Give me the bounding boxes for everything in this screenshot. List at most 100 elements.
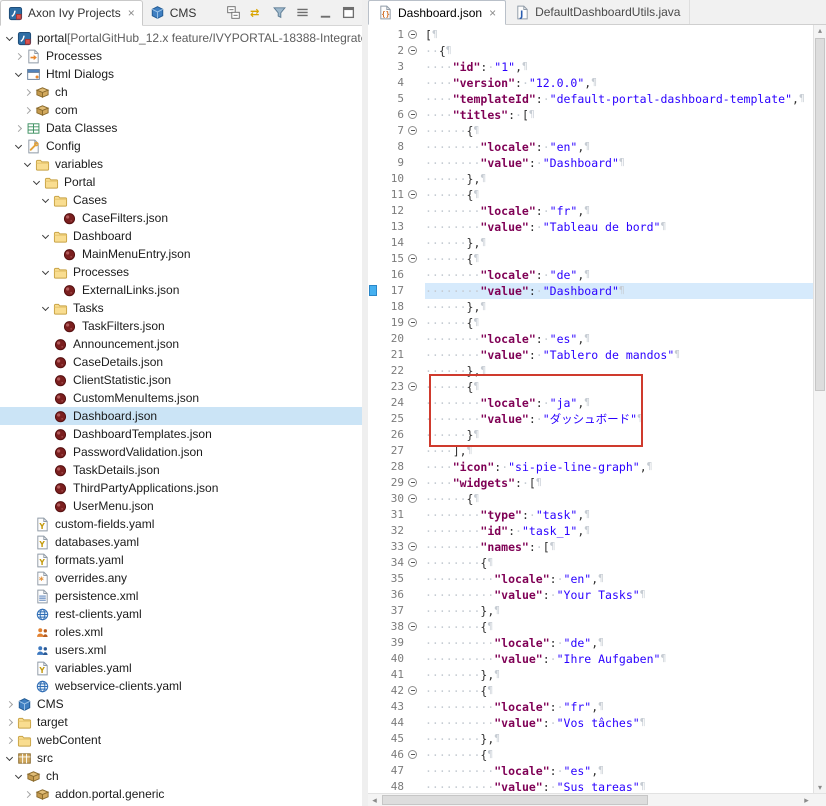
code-line-14[interactable]: ······},¶ bbox=[425, 235, 813, 251]
code-line-45[interactable]: ········},¶ bbox=[425, 731, 813, 747]
code-line-19[interactable]: ······{¶ bbox=[425, 315, 813, 331]
occurrence-marker[interactable] bbox=[369, 285, 377, 296]
collapsed-twisty-icon[interactable] bbox=[3, 702, 16, 707]
tree-item-roles-xml[interactable]: roles.xml bbox=[0, 623, 362, 641]
tree-item-webservice-clients-yaml[interactable]: webservice-clients.yaml bbox=[0, 677, 362, 695]
collapsed-twisty-icon[interactable] bbox=[3, 720, 16, 725]
tree-item-processes[interactable]: Processes bbox=[0, 47, 362, 65]
code-line-47[interactable]: ··········"locale":·"es",¶ bbox=[425, 763, 813, 779]
code-line-7[interactable]: ······{¶ bbox=[425, 123, 813, 139]
code-line-12[interactable]: ········"locale":·"fr",¶ bbox=[425, 203, 813, 219]
code-line-6[interactable]: ····"titles":·[¶ bbox=[425, 107, 813, 123]
code-line-26[interactable]: ······}¶ bbox=[425, 427, 813, 443]
tree-item-taskdetails-json[interactable]: TaskDetails.json bbox=[0, 461, 362, 479]
code-line-31[interactable]: ········"type":·"task",¶ bbox=[425, 507, 813, 523]
collapsed-twisty-icon[interactable] bbox=[12, 126, 25, 131]
fold-minus-icon[interactable] bbox=[408, 478, 417, 487]
tree-item-variables[interactable]: variables bbox=[0, 155, 362, 173]
tree-item-com[interactable]: com bbox=[0, 101, 362, 119]
tree-item-ch[interactable]: ch bbox=[0, 767, 362, 785]
code-line-42[interactable]: ········{¶ bbox=[425, 683, 813, 699]
vertical-scrollbar[interactable]: ▴ ▾ bbox=[813, 25, 826, 793]
code-line-28[interactable]: ····"icon":·"si-pie-line-graph",¶ bbox=[425, 459, 813, 475]
scroll-left-icon[interactable]: ◂ bbox=[368, 794, 381, 806]
maximize-icon[interactable] bbox=[338, 2, 359, 23]
code-line-32[interactable]: ········"id":·"task_1",¶ bbox=[425, 523, 813, 539]
code-line-3[interactable]: ····"id":·"1",¶ bbox=[425, 59, 813, 75]
fold-minus-icon[interactable] bbox=[408, 542, 417, 551]
tree-item-taskfilters-json[interactable]: TaskFilters.json bbox=[0, 317, 362, 335]
fold-minus-icon[interactable] bbox=[408, 558, 417, 567]
tree-item-portal[interactable]: portal [PortalGitHub_12.x feature/IVYPOR… bbox=[0, 29, 362, 47]
code-line-10[interactable]: ······},¶ bbox=[425, 171, 813, 187]
close-icon[interactable]: × bbox=[128, 6, 135, 20]
horizontal-scrollbar[interactable]: ◂ ▸ bbox=[368, 793, 826, 806]
expanded-twisty-icon[interactable] bbox=[39, 307, 52, 310]
code-line-40[interactable]: ··········"value":·"Ihre Aufgaben"¶ bbox=[425, 651, 813, 667]
tree-item-announcement-json[interactable]: Announcement.json bbox=[0, 335, 362, 353]
tree-item-users-xml[interactable]: users.xml bbox=[0, 641, 362, 659]
tree-item-custommenuitems-json[interactable]: CustomMenuItems.json bbox=[0, 389, 362, 407]
code-line-11[interactable]: ······{¶ bbox=[425, 187, 813, 203]
code-line-44[interactable]: ··········"value":·"Vos tâches"¶ bbox=[425, 715, 813, 731]
tree-item-usermenu-json[interactable]: UserMenu.json bbox=[0, 497, 362, 515]
project-tree[interactable]: portal [PortalGitHub_12.x feature/IVYPOR… bbox=[0, 26, 362, 806]
code-line-17[interactable]: ········"value":·"Dashboard"¶ bbox=[425, 283, 813, 299]
tree-item-dashboard[interactable]: Dashboard bbox=[0, 227, 362, 245]
tree-item-formats-yaml[interactable]: Yformats.yaml bbox=[0, 551, 362, 569]
code-line-41[interactable]: ········},¶ bbox=[425, 667, 813, 683]
tree-item-externallinks-json[interactable]: ExternalLinks.json bbox=[0, 281, 362, 299]
link-editor-icon[interactable]: ⇄ bbox=[246, 2, 267, 23]
collapsed-twisty-icon[interactable] bbox=[21, 792, 34, 797]
collapsed-twisty-icon[interactable] bbox=[3, 738, 16, 743]
code-line-20[interactable]: ········"locale":·"es",¶ bbox=[425, 331, 813, 347]
expanded-twisty-icon[interactable] bbox=[3, 37, 16, 40]
fold-column[interactable] bbox=[406, 25, 421, 793]
expanded-twisty-icon[interactable] bbox=[3, 757, 16, 760]
collapsed-twisty-icon[interactable] bbox=[21, 90, 34, 95]
horizontal-scrollbar-thumb[interactable] bbox=[382, 795, 648, 805]
code-line-38[interactable]: ········{¶ bbox=[425, 619, 813, 635]
scroll-right-icon[interactable]: ▸ bbox=[800, 794, 813, 806]
tree-item-mainmenuentry-json[interactable]: MainMenuEntry.json bbox=[0, 245, 362, 263]
tree-item-tasks[interactable]: Tasks bbox=[0, 299, 362, 317]
fold-minus-icon[interactable] bbox=[408, 30, 417, 39]
tree-item-src[interactable]: src bbox=[0, 749, 362, 767]
filter-icon[interactable] bbox=[269, 2, 290, 23]
code-line-33[interactable]: ········"names":·[¶ bbox=[425, 539, 813, 555]
tree-item-casefilters-json[interactable]: CaseFilters.json bbox=[0, 209, 362, 227]
code-line-22[interactable]: ······},¶ bbox=[425, 363, 813, 379]
fold-minus-icon[interactable] bbox=[408, 254, 417, 263]
code-line-5[interactable]: ····"templateId":·"default-portal-dashbo… bbox=[425, 91, 813, 107]
code-line-39[interactable]: ··········"locale":·"de",¶ bbox=[425, 635, 813, 651]
code-line-21[interactable]: ········"value":·"Tablero de mandos"¶ bbox=[425, 347, 813, 363]
code-line-8[interactable]: ········"locale":·"en",¶ bbox=[425, 139, 813, 155]
expanded-twisty-icon[interactable] bbox=[12, 73, 25, 76]
tree-item-portal[interactable]: Portal bbox=[0, 173, 362, 191]
tree-item-variables-yaml[interactable]: Yvariables.yaml bbox=[0, 659, 362, 677]
expanded-twisty-icon[interactable] bbox=[12, 145, 25, 148]
tree-item-cms[interactable]: CMS bbox=[0, 695, 362, 713]
tree-item-clientstatistic-json[interactable]: ClientStatistic.json bbox=[0, 371, 362, 389]
expanded-twisty-icon[interactable] bbox=[21, 163, 34, 166]
tree-item-custom-fields-yaml[interactable]: Ycustom-fields.yaml bbox=[0, 515, 362, 533]
fold-minus-icon[interactable] bbox=[408, 110, 417, 119]
fold-minus-icon[interactable] bbox=[408, 318, 417, 327]
fold-minus-icon[interactable] bbox=[408, 622, 417, 631]
tree-item-thirdpartyapplications-json[interactable]: ThirdPartyApplications.json bbox=[0, 479, 362, 497]
collapsed-twisty-icon[interactable] bbox=[21, 108, 34, 113]
tree-item-addon-portal-generic[interactable]: addon.portal.generic bbox=[0, 785, 362, 803]
view-tab-cms[interactable]: CMS bbox=[143, 0, 204, 25]
tree-item-html-dialogs[interactable]: Html Dialogs bbox=[0, 65, 362, 83]
code-line-46[interactable]: ········{¶ bbox=[425, 747, 813, 763]
fold-minus-icon[interactable] bbox=[408, 126, 417, 135]
tree-item-ch[interactable]: ch bbox=[0, 83, 362, 101]
view-menu-icon[interactable] bbox=[292, 2, 313, 23]
annotation-ruler[interactable] bbox=[368, 25, 378, 793]
tree-item-config[interactable]: Config bbox=[0, 137, 362, 155]
tree-item-target[interactable]: target bbox=[0, 713, 362, 731]
tree-item-webcontent[interactable]: webContent bbox=[0, 731, 362, 749]
editor-tab-dashboard-json[interactable]: {}Dashboard.json× bbox=[368, 0, 506, 25]
code-line-37[interactable]: ········},¶ bbox=[425, 603, 813, 619]
tree-item-data-classes[interactable]: Data Classes bbox=[0, 119, 362, 137]
